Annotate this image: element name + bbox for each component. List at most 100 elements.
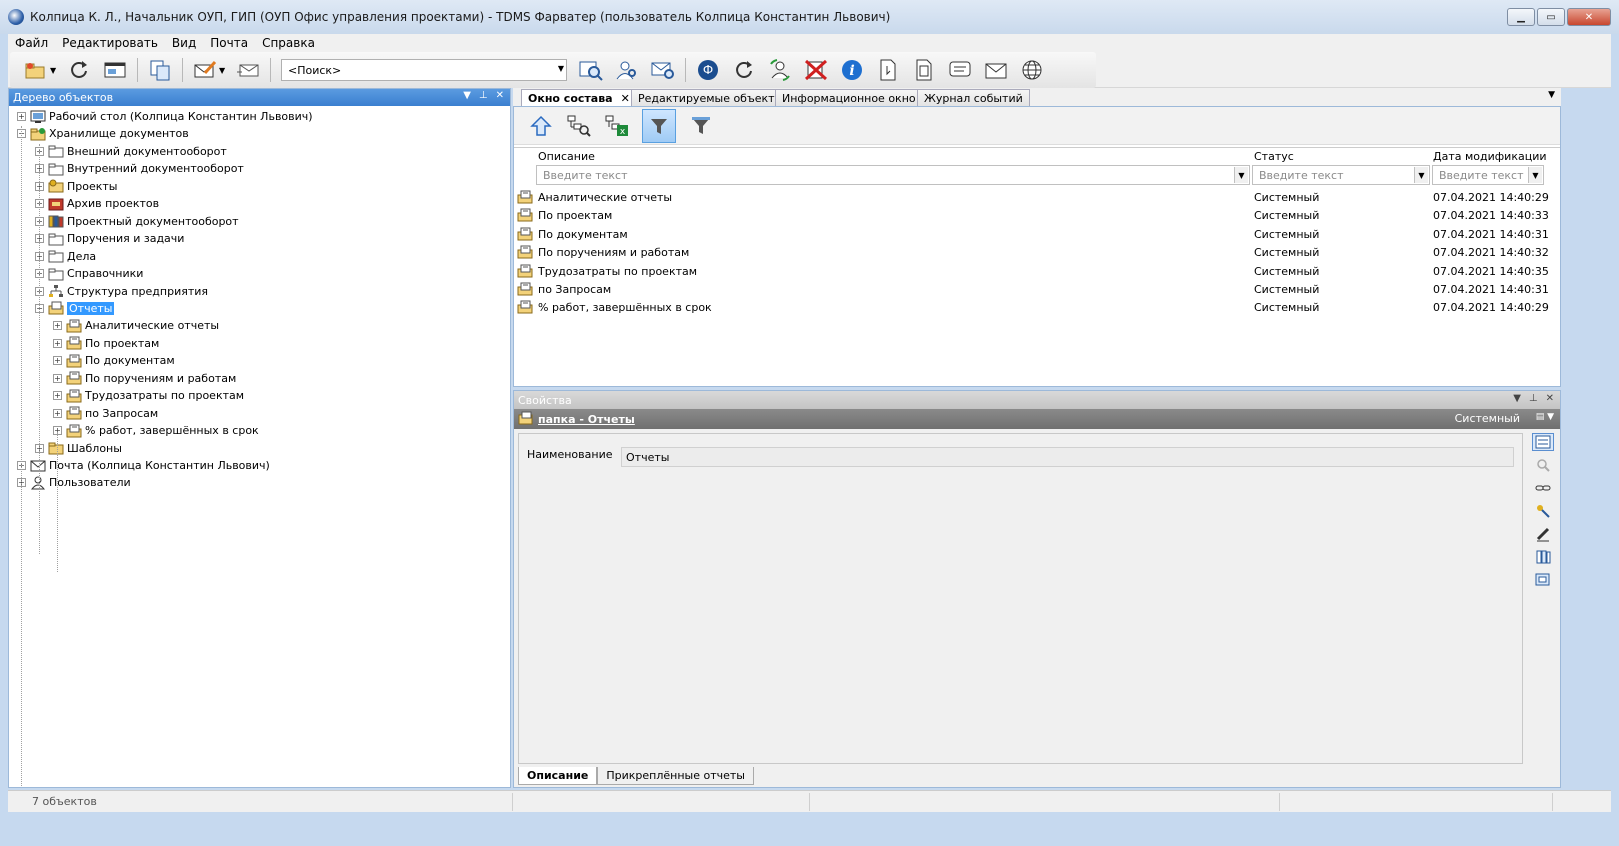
tree-item[interactable]: + Поручения и задачи	[35, 230, 184, 247]
search-icon[interactable]	[1532, 456, 1554, 474]
pin-icon[interactable]: ⊥	[479, 90, 488, 101]
column-description[interactable]: Описание	[538, 150, 595, 163]
maximize-button[interactable]: ▭	[1537, 8, 1565, 26]
tree-item[interactable]: − Отчеты	[35, 300, 115, 317]
books-icon[interactable]	[1532, 548, 1554, 566]
chevron-down-icon[interactable]: ▼	[219, 66, 226, 75]
tree-item[interactable]: +% работ, завершённых в срок	[53, 422, 259, 439]
table-row[interactable]: По документам Системный 07.04.2021 14:40:3…	[514, 226, 1560, 244]
info-icon[interactable]: i	[839, 57, 865, 83]
pin-icon[interactable]: ⊥	[1529, 393, 1538, 404]
chevron-down-icon[interactable]: ▼	[1548, 90, 1555, 100]
chevron-down-icon[interactable]: ▼	[1234, 167, 1248, 183]
tree-item[interactable]: + Внутренний документооборот	[35, 160, 244, 177]
chevron-down-icon[interactable]: ▼	[558, 64, 564, 73]
column-modified[interactable]: Дата модификации	[1433, 150, 1547, 163]
expand-icon[interactable]: +	[17, 112, 26, 121]
table-row[interactable]: Аналитические отчеты Системный 07.04.2021 …	[514, 189, 1560, 207]
tree-item[interactable]: + Пользователи	[17, 474, 131, 491]
document-icon[interactable]	[875, 57, 901, 83]
tree-item[interactable]: + Архив проектов	[35, 195, 159, 212]
tab-composition[interactable]: Окно состава ✕	[521, 89, 637, 107]
chevron-down-icon[interactable]: ▼	[50, 66, 57, 75]
chevron-down-icon[interactable]: ▼	[1414, 167, 1428, 183]
expand-icon[interactable]: +	[53, 338, 62, 348]
chevron-down-icon[interactable]: ▼	[1528, 167, 1542, 183]
sync-users-icon[interactable]	[767, 57, 793, 83]
expand-icon[interactable]: +	[53, 408, 62, 418]
expand-icon[interactable]: +	[53, 373, 62, 383]
table-row[interactable]: по Запросам Системный 07.04.2021 14:40:31	[514, 281, 1560, 299]
tab-info-window[interactable]: Информационное окно	[775, 89, 923, 106]
tree-item[interactable]: + По поручениям и работам	[53, 370, 236, 387]
filter-description-input[interactable]: Введите текст ▼	[536, 165, 1250, 185]
tab-edited-objects[interactable]: Редактируемые объекты	[631, 89, 791, 106]
tree-item[interactable]: + Трудозатраты по проектам	[53, 387, 244, 404]
filter-status-input[interactable]: Введите текст ▼	[1252, 165, 1430, 185]
menu-view[interactable]: Вид	[165, 36, 203, 50]
table-row[interactable]: По поручениям и работам Системный 07.04.20…	[514, 244, 1560, 262]
tree-item[interactable]: + Почта (Колпица Константин Львович)	[17, 457, 270, 474]
link-icon[interactable]	[1532, 479, 1554, 497]
tree-item[interactable]: + По проектам	[53, 335, 159, 352]
tab-event-log[interactable]: Журнал событий	[917, 89, 1030, 106]
app-logo-icon[interactable]: Ф	[695, 57, 721, 83]
up-arrow-icon[interactable]	[528, 113, 554, 139]
expand-icon[interactable]: +	[53, 321, 62, 331]
expand-icon[interactable]: +	[53, 356, 62, 366]
chevron-down-icon[interactable]: ▼	[1513, 393, 1521, 404]
table-row[interactable]: % работ, завершённых в срок Системный 07.0…	[514, 299, 1560, 317]
filter-settings-icon[interactable]	[688, 113, 714, 139]
tree-item[interactable]: + по Запросам	[53, 405, 158, 422]
tree-item[interactable]: + Рабочий стол (Колпица Константин Львови…	[17, 108, 313, 125]
close-icon[interactable]: ✕	[496, 90, 504, 101]
tree-item[interactable]: + Структура предприятия	[35, 283, 208, 300]
object-menu-icon[interactable]: ▤ ▼	[1536, 412, 1554, 422]
user-search-icon[interactable]	[614, 57, 640, 83]
tree-item[interactable]: + По документам	[53, 352, 175, 369]
tree-item[interactable]: + Проектный документооборот	[35, 213, 239, 230]
tree-item[interactable]: + Аналитические отчеты	[53, 317, 219, 334]
close-button[interactable]: ✕	[1567, 8, 1611, 26]
search-docs-icon[interactable]	[578, 57, 604, 83]
pencil-icon[interactable]	[1532, 525, 1554, 543]
object-title-link[interactable]: папка - Отчеты	[538, 413, 635, 426]
tree-search-icon[interactable]	[566, 113, 592, 139]
table-row[interactable]: По проектам Системный 07.04.2021 14:40:33	[514, 207, 1560, 225]
tree-item[interactable]: + Внешний документооборот	[35, 143, 227, 160]
minimize-button[interactable]: ▁	[1507, 8, 1535, 26]
tree-item[interactable]: − Хранилище документов	[17, 125, 189, 142]
menu-edit[interactable]: Редактировать	[55, 36, 165, 50]
close-icon[interactable]: ✕	[1546, 393, 1554, 404]
export-excel-icon[interactable]: x	[604, 113, 630, 139]
envelope-icon[interactable]	[983, 57, 1009, 83]
message-icon[interactable]	[947, 57, 973, 83]
tree-item[interactable]: + Проекты	[35, 178, 118, 195]
expand-icon[interactable]: +	[53, 391, 62, 401]
reload-icon[interactable]	[731, 57, 757, 83]
send-mail-icon[interactable]	[235, 57, 261, 83]
attachment-icon[interactable]	[1532, 571, 1554, 589]
tree-item[interactable]: + Справочники	[35, 265, 143, 282]
field-name-value[interactable]: Отчеты	[621, 447, 1514, 467]
menu-file[interactable]: Файл	[8, 36, 55, 50]
filter-icon[interactable]	[642, 108, 676, 143]
column-status[interactable]: Статус	[1254, 150, 1294, 163]
refresh-icon[interactable]	[66, 57, 92, 83]
chevron-down-icon[interactable]: ▼	[463, 90, 471, 101]
delete-icon[interactable]	[803, 57, 829, 83]
tab-attached-reports[interactable]: Прикреплённые отчеты	[597, 767, 754, 785]
new-folder-icon[interactable]	[23, 57, 49, 83]
filter-date-input[interactable]: Введите текст ▼	[1432, 165, 1544, 185]
search-input[interactable]: <Поиск> ▼	[281, 59, 567, 81]
document-copy-icon[interactable]	[911, 57, 937, 83]
key-icon[interactable]	[1532, 502, 1554, 520]
menu-mail[interactable]: Почта	[203, 36, 255, 50]
close-icon[interactable]: ✕	[621, 92, 630, 105]
tree-item[interactable]: + Дела	[35, 248, 96, 265]
menu-help[interactable]: Справка	[255, 36, 322, 50]
compose-mail-icon[interactable]	[192, 57, 218, 83]
mail-search-icon[interactable]	[650, 57, 676, 83]
copy-object-icon[interactable]	[147, 57, 173, 83]
table-row[interactable]: Трудозатраты по проектам Системный 07.04.2…	[514, 263, 1560, 281]
